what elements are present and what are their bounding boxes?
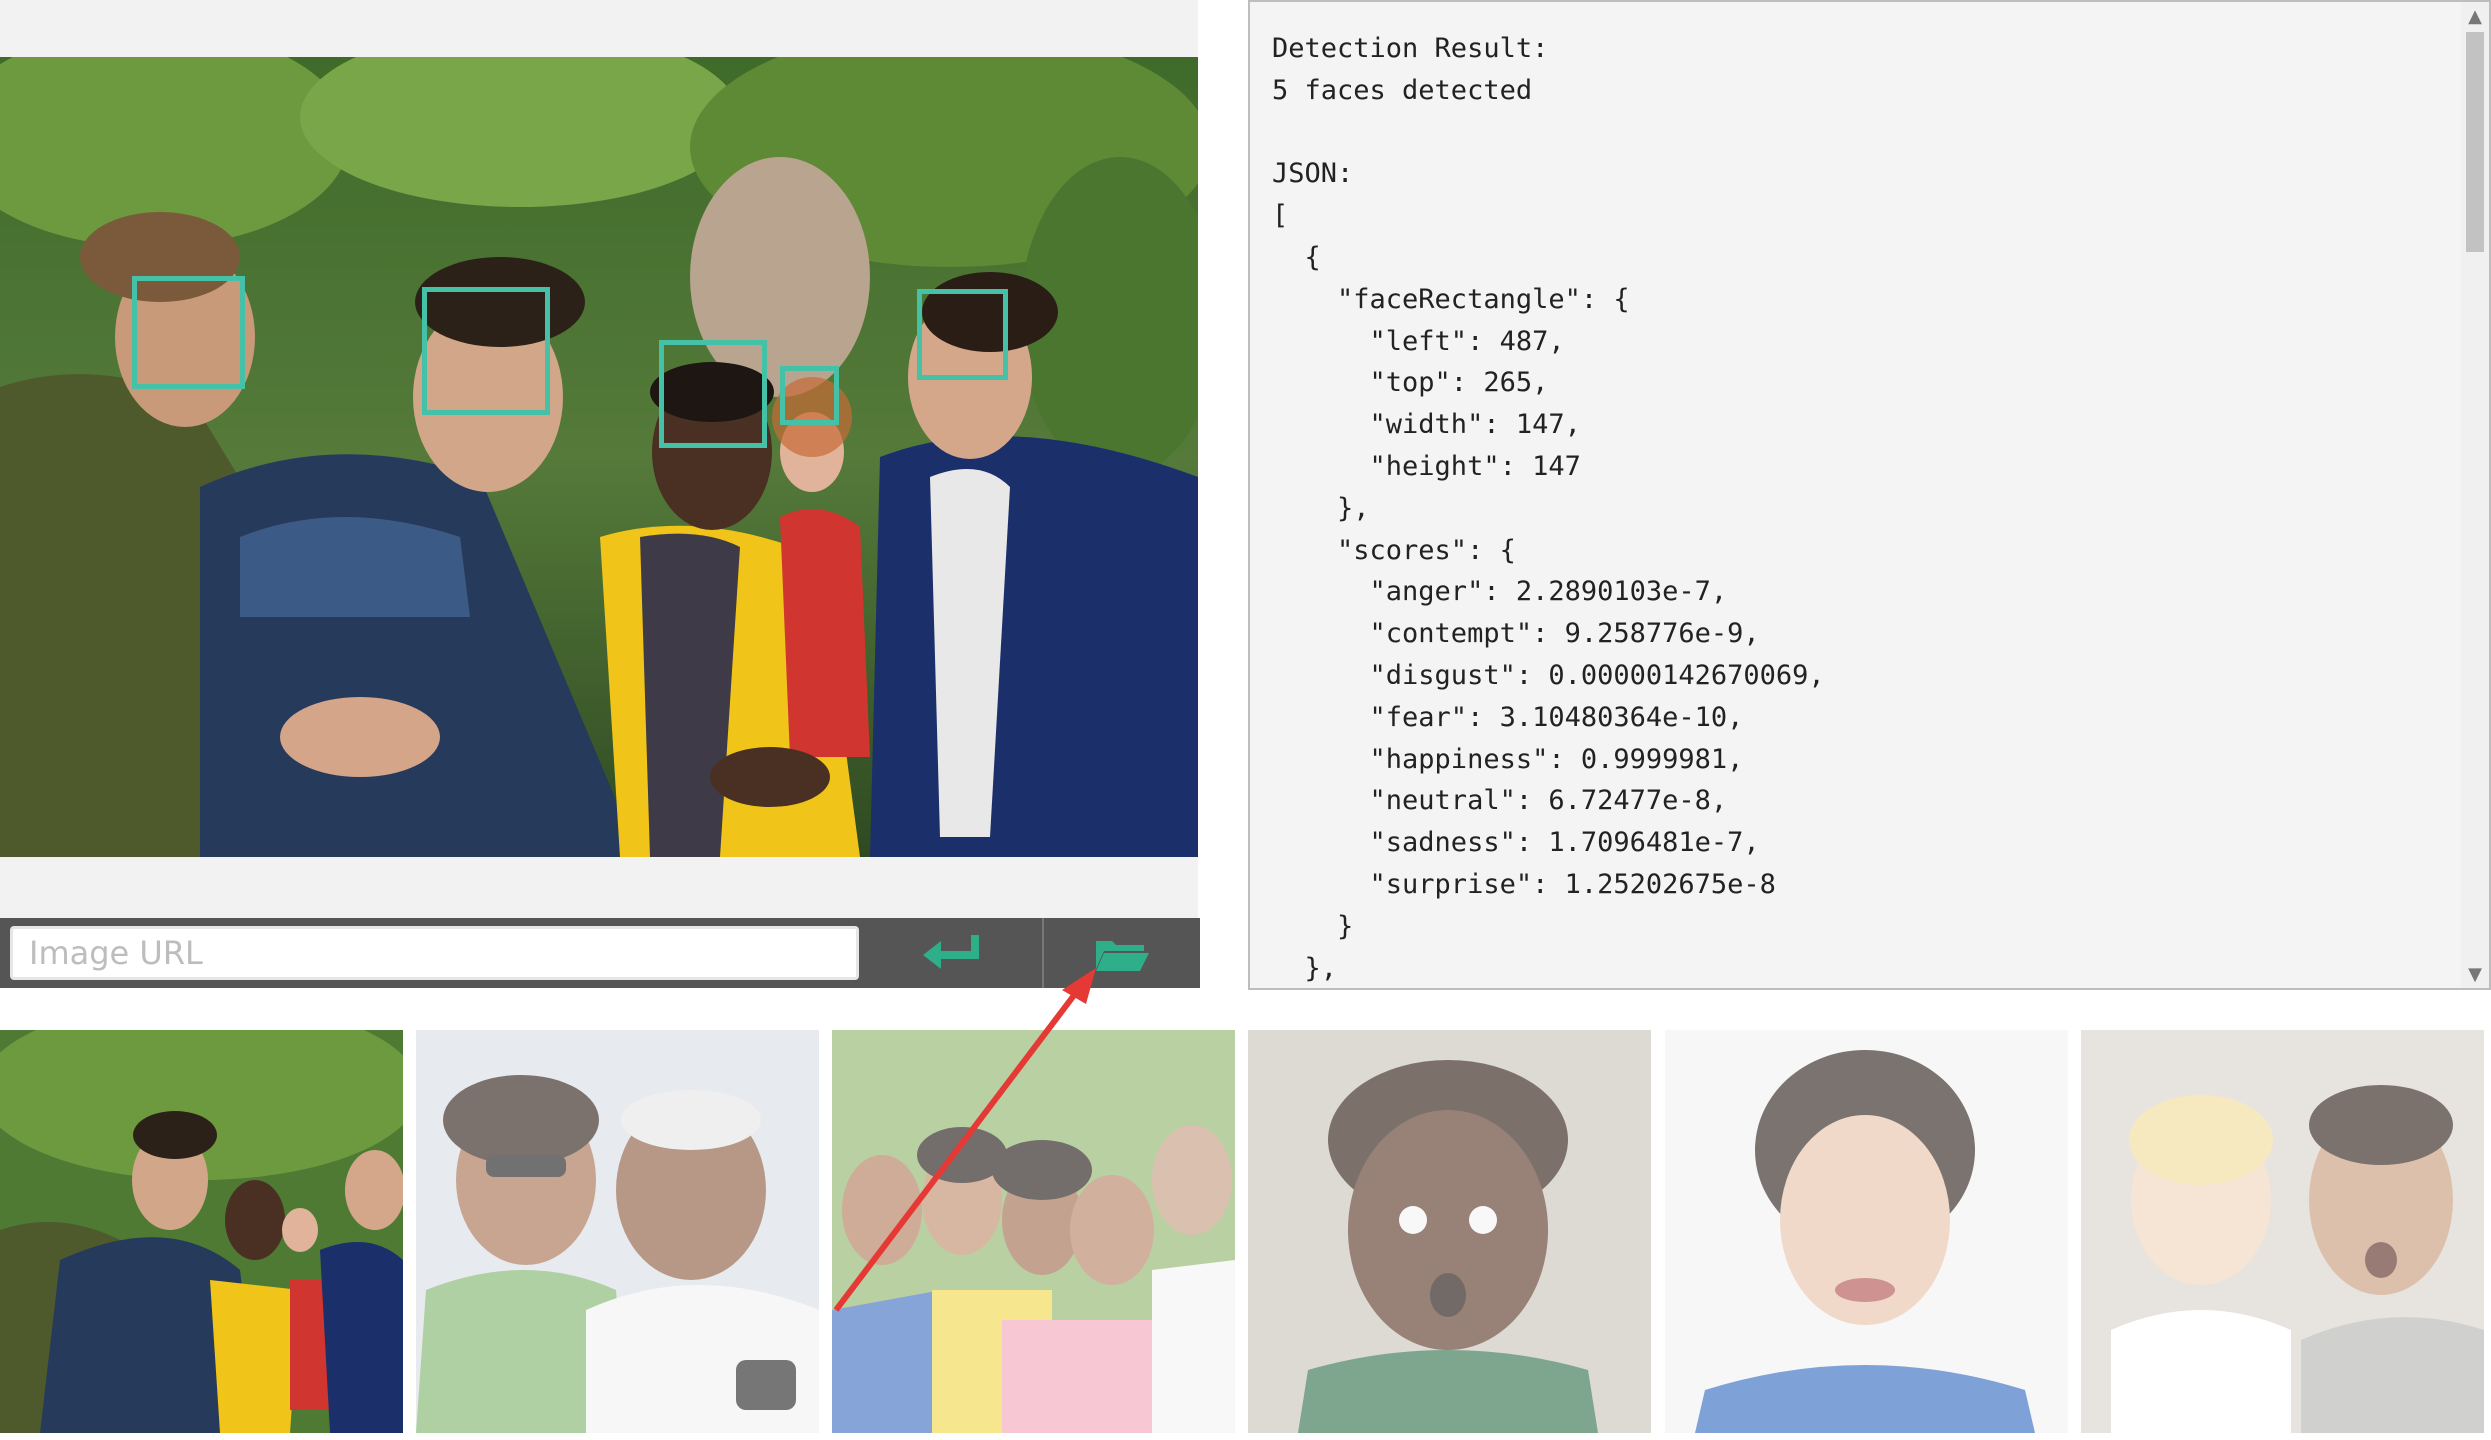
sample-image-thumbnail[interactable] (2081, 1030, 2484, 1433)
face-rectangle (422, 287, 550, 415)
return-arrow-icon (923, 935, 979, 969)
analyzed-image (0, 57, 1198, 857)
sample-image-thumbnail[interactable] (1665, 1030, 2068, 1433)
face-rectangle (659, 340, 767, 448)
face-rectangle (917, 289, 1008, 380)
scroll-thumb[interactable] (2466, 32, 2484, 252)
sample-image-thumbnail[interactable] (1248, 1030, 1651, 1433)
sample-image-thumbnail[interactable] (832, 1030, 1235, 1433)
detection-result-panel[interactable]: Detection Result: 5 faces detected JSON:… (1248, 0, 2491, 990)
scrollbar[interactable]: ▲ ▼ (2461, 2, 2489, 988)
image-url-input[interactable] (10, 926, 859, 980)
face-rectangle (132, 276, 245, 389)
sample-image-thumbnail[interactable] (416, 1030, 819, 1433)
browse-file-button[interactable] (1042, 918, 1200, 988)
scroll-down-arrow-icon[interactable]: ▼ (2461, 960, 2489, 988)
group-photo (0, 57, 1198, 857)
detection-result-text: Detection Result: 5 faces detected JSON:… (1272, 33, 1825, 984)
sample-image-thumbnail[interactable] (0, 1030, 403, 1433)
url-bar (0, 918, 1200, 988)
image-panel (0, 0, 1200, 988)
submit-url-button[interactable] (866, 918, 1038, 988)
thumbnail-photo (0, 1030, 403, 1433)
face-rectangle (780, 366, 839, 425)
open-folder-icon (1096, 941, 1149, 971)
scroll-up-arrow-icon[interactable]: ▲ (2461, 2, 2489, 30)
